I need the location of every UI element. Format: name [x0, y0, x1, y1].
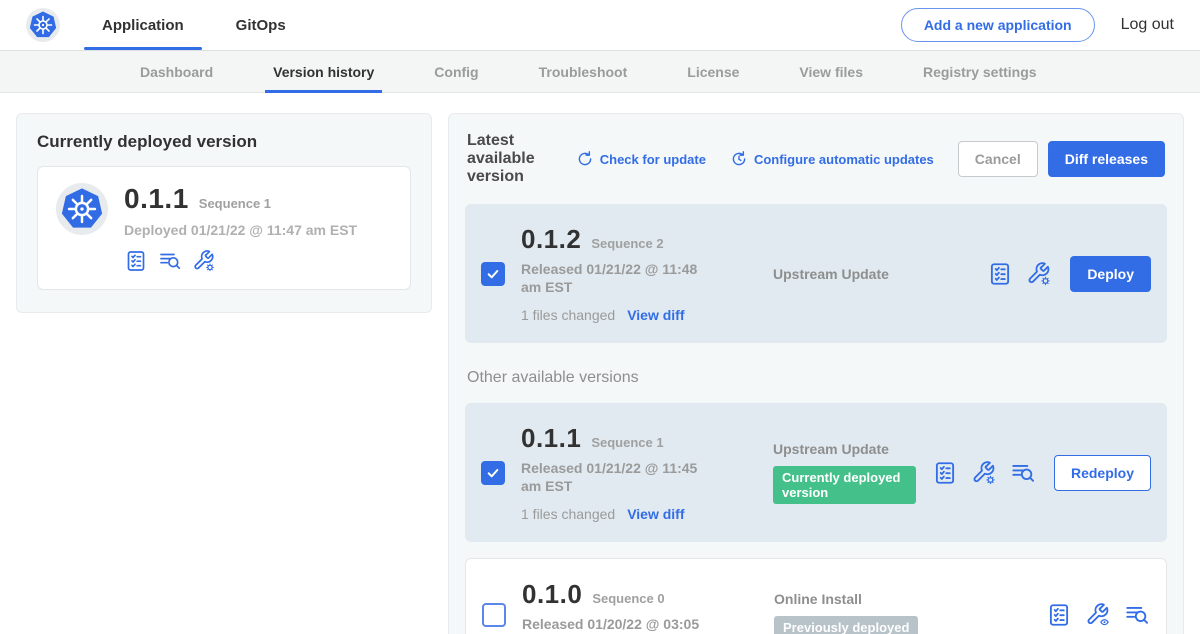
released-timestamp: Released 01/21/22 @ 11:45 am EST	[521, 460, 721, 495]
check-for-update-link[interactable]: Check for update	[576, 150, 706, 168]
auto-update-clock-icon	[730, 150, 748, 168]
sequence-label: Sequence 1	[591, 435, 663, 450]
top-navigation-bar: Application GitOps Add a new application…	[0, 0, 1200, 50]
deploy-logs-icon[interactable]	[1124, 602, 1150, 628]
deployed-version-number: 0.1.1	[124, 183, 189, 215]
deploy-button[interactable]: Deploy	[1070, 256, 1151, 292]
latest-available-title: Latest available version	[467, 132, 562, 186]
configure-automatic-updates-label: Configure automatic updates	[754, 152, 934, 167]
subnav-tab-view-files-label: View files	[799, 64, 863, 80]
preflight-checklist-icon[interactable]	[932, 460, 958, 486]
subnav-tab-dashboard-label: Dashboard	[140, 64, 213, 80]
tab-gitops-label: GitOps	[236, 17, 286, 34]
edit-config-icon[interactable]	[971, 460, 997, 486]
sequence-label: Sequence 2	[591, 236, 663, 251]
deployed-timestamp: Deployed 01/21/22 @ 11:47 am EST	[124, 222, 357, 238]
subnav-tab-version-history-label: Version history	[273, 64, 374, 80]
version-source-label: Online Install	[774, 591, 1030, 607]
latest-available-header: Latest available version Check for updat…	[467, 132, 1165, 186]
diff-releases-button[interactable]: Diff releases	[1048, 141, 1165, 177]
currently-deployed-panel: Currently deployed version 0.1.1 Sequenc…	[16, 113, 432, 313]
app-sub-navigation: Dashboard Version history Config Trouble…	[0, 50, 1200, 93]
version-checkbox-0-1-2[interactable]	[481, 262, 505, 286]
version-number: 0.1.0	[522, 579, 582, 610]
subnav-tab-dashboard[interactable]: Dashboard	[140, 51, 213, 92]
sequence-label: Sequence 0	[592, 591, 664, 606]
subnav-tab-view-files[interactable]: View files	[799, 51, 863, 92]
row-spacer	[465, 542, 1167, 558]
preflight-checklist-icon[interactable]	[1046, 602, 1072, 628]
checkmark-icon	[485, 266, 501, 282]
view-diff-link[interactable]: View diff	[627, 307, 684, 323]
version-checkbox-0-1-1[interactable]	[481, 461, 505, 485]
version-row-0-1-2: 0.1.2 Sequence 2 Released 01/21/22 @ 11:…	[465, 204, 1167, 343]
version-row-0-1-1: 0.1.1 Sequence 1 Released 01/21/22 @ 11:…	[465, 403, 1167, 542]
version-checkbox-0-1-0[interactable]	[482, 603, 506, 627]
version-number: 0.1.2	[521, 224, 581, 255]
checkmark-icon	[485, 465, 501, 481]
cancel-button[interactable]: Cancel	[958, 141, 1038, 177]
subnav-tab-config[interactable]: Config	[434, 51, 478, 92]
version-history-panel: Latest available version Check for updat…	[448, 113, 1184, 634]
topnav-spacer	[334, 0, 901, 50]
subnav-tab-registry-settings-label: Registry settings	[923, 64, 1037, 80]
redeploy-button[interactable]: Redeploy	[1054, 455, 1151, 491]
deployed-sequence-label: Sequence 1	[199, 196, 271, 211]
refresh-icon	[576, 150, 594, 168]
released-timestamp: Released 01/20/22 @ 03:05 pm EST	[522, 616, 722, 634]
tab-application-label: Application	[102, 17, 184, 34]
previously-deployed-badge: Previously deployed	[774, 616, 918, 634]
files-changed-label: 1 files changed	[521, 506, 615, 522]
currently-deployed-badge: Currently deployed version	[773, 466, 916, 504]
kubernetes-app-icon	[56, 183, 108, 235]
preflight-checklist-icon[interactable]	[124, 249, 148, 273]
subnav-tab-registry-settings[interactable]: Registry settings	[923, 51, 1037, 92]
version-source-label: Upstream Update	[773, 441, 916, 457]
subnav-tab-license[interactable]: License	[687, 51, 739, 92]
check-for-update-label: Check for update	[600, 152, 706, 167]
currently-deployed-title: Currently deployed version	[37, 132, 411, 152]
tab-gitops[interactable]: GitOps	[232, 0, 290, 50]
files-changed-label: 1 files changed	[521, 307, 615, 323]
view-diff-link[interactable]: View diff	[627, 506, 684, 522]
other-versions-title: Other available versions	[467, 369, 1165, 387]
tab-application[interactable]: Application	[98, 0, 188, 50]
subnav-tab-troubleshoot[interactable]: Troubleshoot	[539, 51, 628, 92]
deploy-logs-icon[interactable]	[1010, 460, 1036, 486]
version-row-0-1-0: 0.1.0 Sequence 0 Released 01/20/22 @ 03:…	[465, 558, 1167, 634]
released-timestamp: Released 01/21/22 @ 11:48 am EST	[521, 261, 721, 296]
edit-config-icon[interactable]	[1026, 261, 1052, 287]
subnav-tab-license-label: License	[687, 64, 739, 80]
subnav-tab-troubleshoot-label: Troubleshoot	[539, 64, 628, 80]
subnav-tab-config-label: Config	[434, 64, 478, 80]
logout-button[interactable]: Log out	[1121, 16, 1174, 34]
currently-deployed-card: 0.1.1 Sequence 1 Deployed 01/21/22 @ 11:…	[37, 166, 411, 290]
deploy-logs-icon[interactable]	[158, 249, 182, 273]
main-content: Currently deployed version 0.1.1 Sequenc…	[0, 93, 1200, 634]
kubernetes-logo-icon	[26, 8, 60, 42]
configure-automatic-updates-link[interactable]: Configure automatic updates	[730, 150, 934, 168]
add-new-application-button[interactable]: Add a new application	[901, 8, 1095, 42]
version-source-label: Upstream Update	[773, 266, 971, 282]
preflight-checklist-icon[interactable]	[987, 261, 1013, 287]
app-logo	[26, 0, 60, 50]
view-config-icon[interactable]	[1085, 602, 1111, 628]
edit-config-icon[interactable]	[192, 249, 216, 273]
subnav-tab-version-history[interactable]: Version history	[273, 51, 374, 92]
version-number: 0.1.1	[521, 423, 581, 454]
